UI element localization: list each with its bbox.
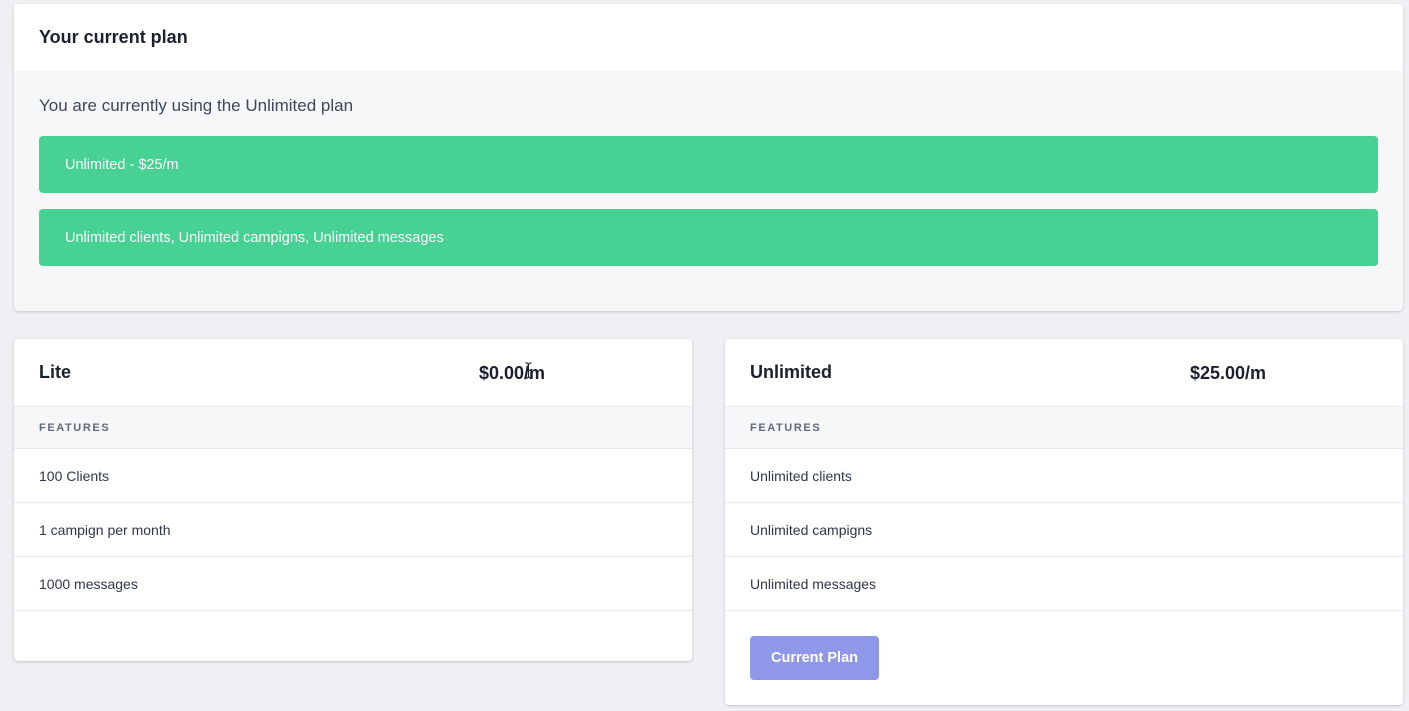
lite-feature-item: 1000 messages [14, 557, 692, 611]
unlimited-plan-footer: Current Plan [725, 611, 1403, 680]
unlimited-feature-item: Unlimited messages [725, 557, 1403, 611]
current-plan-body: You are currently using the Unlimited pl… [14, 71, 1403, 266]
current-plan-title: Your current plan [14, 4, 1403, 71]
lite-plan-card: Lite $0.00/m FEATURES 100 Clients 1 camp… [14, 339, 692, 661]
plan-features-alert: Unlimited clients, Unlimited campigns, U… [39, 209, 1378, 266]
unlimited-plan-price: $25.00/m [1190, 362, 1267, 383]
lite-feature-item: 100 Clients [14, 449, 692, 503]
current-plan-button[interactable]: Current Plan [750, 636, 879, 680]
lite-feature-item: 1 campign per month [14, 503, 692, 557]
text-cursor-icon [525, 362, 532, 379]
unlimited-features-heading: FEATURES [725, 407, 1403, 449]
lite-features-heading: FEATURES [14, 407, 692, 449]
lite-plan-price: $0.00/m [479, 362, 546, 383]
current-plan-card: Your current plan You are currently usin… [14, 4, 1403, 311]
current-plan-usage-text: You are currently using the Unlimited pl… [39, 96, 354, 115]
unlimited-feature-item: Unlimited clients [725, 449, 1403, 503]
plan-price-alert: Unlimited - $25/m [39, 136, 1378, 193]
lite-plan-header: Lite $0.00/m [14, 339, 692, 407]
unlimited-feature-item: Unlimited campigns [725, 503, 1403, 557]
unlimited-plan-name: Unlimited [750, 362, 833, 382]
unlimited-plan-header: Unlimited $25.00/m [725, 339, 1403, 407]
unlimited-plan-card: Unlimited $25.00/m FEATURES Unlimited cl… [725, 339, 1403, 705]
lite-plan-name: Lite [39, 362, 72, 382]
